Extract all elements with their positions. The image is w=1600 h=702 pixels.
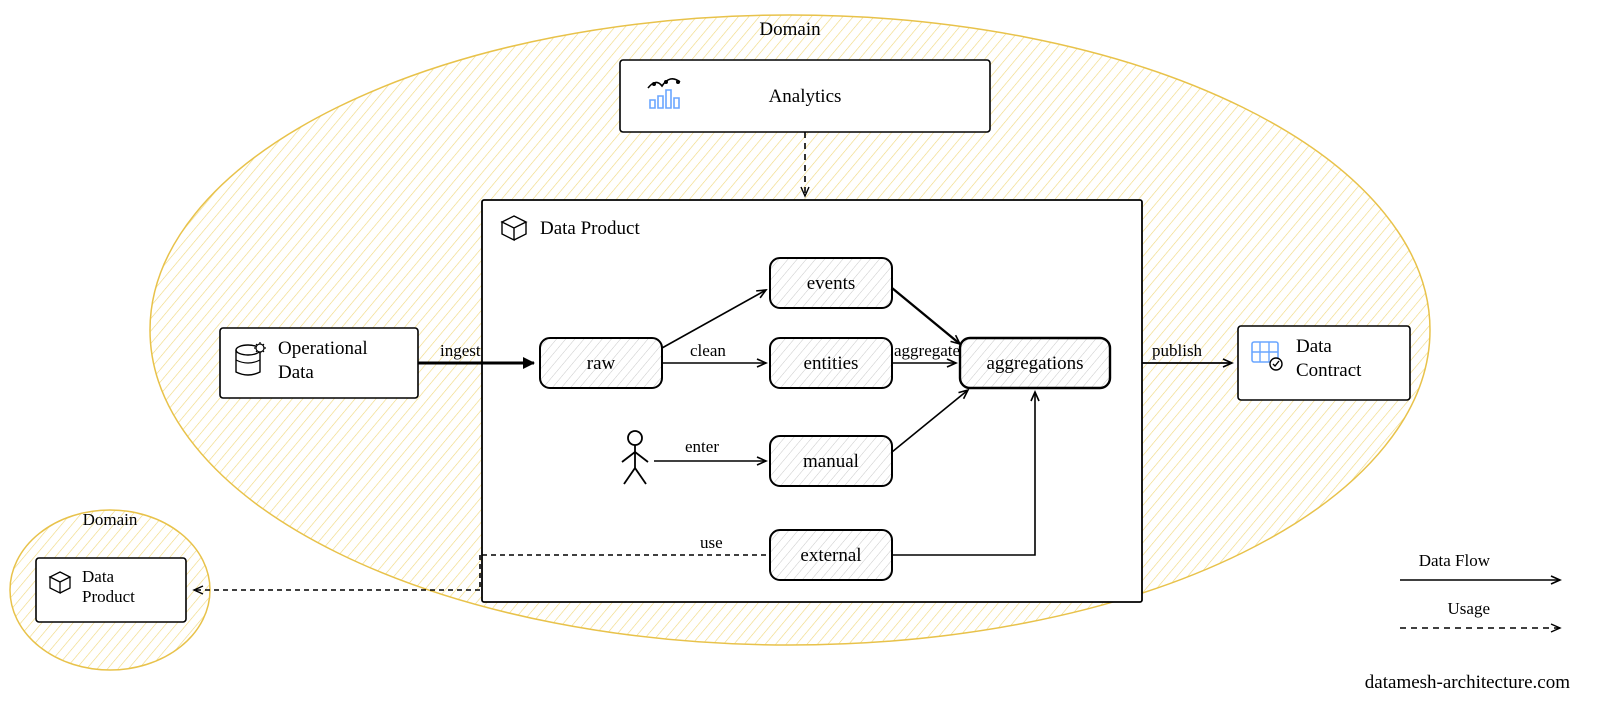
ext-product-label-2: Product — [82, 587, 135, 606]
analytics-box: Analytics — [620, 60, 990, 132]
operational-data-box: Operational Data — [220, 328, 418, 398]
operational-label-2: Data — [278, 362, 314, 383]
aggregations-node: aggregations — [960, 338, 1110, 388]
contract-label-2: Contract — [1296, 360, 1362, 381]
svg-text:aggregate: aggregate — [894, 341, 960, 360]
data-product-label: Data Product — [540, 218, 640, 239]
svg-text:manual: manual — [803, 451, 859, 472]
legend-usage: Usage — [1448, 599, 1490, 618]
external-node: external — [770, 530, 892, 580]
svg-text:raw: raw — [587, 353, 616, 374]
svg-text:enter: enter — [685, 437, 719, 456]
raw-node: raw — [540, 338, 662, 388]
legend: Data Flow Usage — [1400, 551, 1560, 628]
svg-text:publish: publish — [1152, 341, 1203, 360]
svg-text:events: events — [807, 273, 856, 294]
contract-label-1: Data — [1296, 336, 1332, 357]
svg-text:external: external — [800, 545, 861, 566]
svg-text:entities: entities — [804, 353, 859, 374]
svg-text:aggregations: aggregations — [986, 353, 1083, 374]
events-node: events — [770, 258, 892, 308]
attribution: datamesh-architecture.com — [1365, 672, 1570, 693]
domain-ext-label: Domain — [83, 510, 138, 529]
legend-dataflow: Data Flow — [1419, 551, 1491, 570]
entities-node: entities — [770, 338, 892, 388]
data-contract-box: Data Contract — [1238, 326, 1410, 400]
manual-node: manual — [770, 436, 892, 486]
ext-product-label-1: Data — [82, 567, 115, 586]
domain-main-label: Domain — [759, 19, 821, 40]
svg-text:use: use — [700, 533, 723, 552]
edge-aggregate: aggregate — [892, 341, 960, 363]
ext-data-product-box: Data Product — [36, 558, 186, 622]
operational-label-1: Operational — [278, 338, 368, 359]
analytics-label: Analytics — [769, 86, 842, 107]
svg-text:clean: clean — [690, 341, 726, 360]
svg-text:ingest: ingest — [440, 341, 481, 360]
